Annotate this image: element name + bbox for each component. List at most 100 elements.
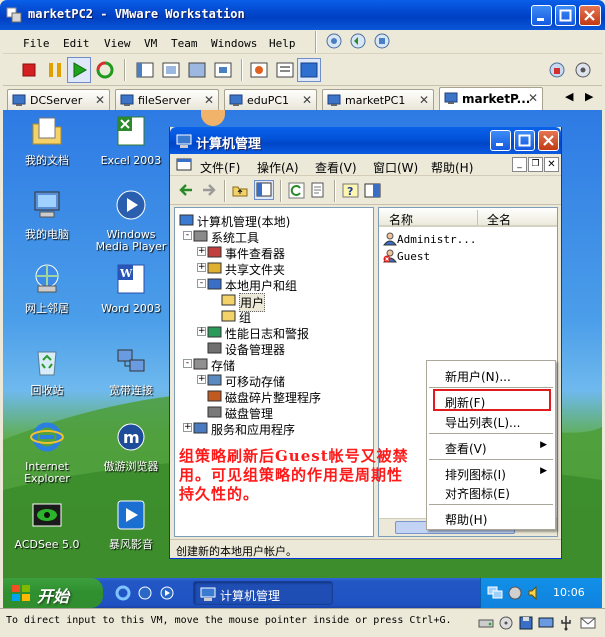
menu-item-view[interactable]: 查看(V) ▶ xyxy=(427,437,555,457)
desktop-icon-broadband[interactable]: 宽带连接 xyxy=(91,344,171,397)
tree-node[interactable]: 设备管理器 xyxy=(175,340,373,357)
tab-marketpc2[interactable]: marketP... ✕ xyxy=(439,87,543,110)
vm-console-icon[interactable] xyxy=(275,60,295,80)
menu-edit[interactable]: Edit xyxy=(63,37,90,50)
help-icon[interactable]: ? xyxy=(342,182,359,199)
desktop-icon-maxthon[interactable]: m 傲游浏览器 xyxy=(91,420,171,473)
desktop-icon-recycle-bin[interactable]: 回收站 xyxy=(7,344,87,397)
network-tray-icon[interactable] xyxy=(487,586,503,600)
tab-edupc1[interactable]: eduPC1 ✕ xyxy=(224,89,317,110)
quick-launch-ie-icon[interactable] xyxy=(115,585,131,601)
snapshot-icon[interactable] xyxy=(325,32,343,50)
vmware-tools-tray-icon[interactable] xyxy=(507,585,523,601)
menu-item-arrange-icons[interactable]: 排列图标(I) ▶ xyxy=(427,463,555,483)
desktop-icon-media-player[interactable]: Windows Media Player xyxy=(91,188,171,253)
tab-close-icon[interactable]: ✕ xyxy=(528,91,538,105)
expand-icon[interactable]: + xyxy=(197,263,206,272)
suspend-icon[interactable] xyxy=(45,60,65,80)
vmware-title-bar[interactable]: marketPC2 - VMware Workstation xyxy=(0,0,605,30)
tree-node[interactable]: + 服务和应用程序 xyxy=(175,420,373,437)
collapse-icon[interactable]: - xyxy=(197,279,206,288)
maximize-button[interactable] xyxy=(555,5,576,26)
desktop-icon-network-places[interactable]: 网上邻居 xyxy=(7,262,87,315)
close-button[interactable] xyxy=(579,5,601,26)
show-hide-tree-button[interactable] xyxy=(254,180,274,200)
cm-menu-window[interactable]: 窗口(W) xyxy=(373,159,418,176)
desktop-icon-excel[interactable]: Excel 2003 xyxy=(91,114,171,167)
back-icon[interactable] xyxy=(178,182,195,199)
cm-minimize-button[interactable] xyxy=(490,130,511,151)
cm-menu-action[interactable]: 操作(A) xyxy=(257,159,299,176)
power-off-icon[interactable] xyxy=(19,60,39,80)
desktop-icon-acdsee[interactable]: ACDSee 5.0 xyxy=(7,498,87,551)
expand-icon[interactable]: + xyxy=(197,327,206,336)
tree-node[interactable]: + 可移动存储 xyxy=(175,372,373,389)
menu-file[interactable]: File xyxy=(23,37,50,50)
power-on-button[interactable] xyxy=(67,57,91,83)
column-header-fullname[interactable]: 全名 xyxy=(487,211,511,228)
security-icon[interactable] xyxy=(547,60,567,80)
quick-switch-icon[interactable] xyxy=(161,60,181,80)
mdi-restore-icon[interactable]: ❐ xyxy=(528,157,543,172)
menu-item-export-list[interactable]: 导出列表(L)... xyxy=(427,411,555,431)
column-header-name[interactable]: 名称 xyxy=(389,211,413,228)
tab-dcserver[interactable]: DCServer ✕ xyxy=(7,89,110,110)
tree-node[interactable]: - 本地用户和组 xyxy=(175,276,373,293)
unity-icon[interactable] xyxy=(213,60,233,80)
cm-menu-view[interactable]: 查看(V) xyxy=(315,159,357,176)
tab-close-icon[interactable]: ✕ xyxy=(419,93,429,107)
column-divider[interactable] xyxy=(477,210,478,225)
tree-node[interactable]: 磁盘管理 xyxy=(175,404,373,421)
up-folder-icon[interactable] xyxy=(232,182,249,199)
tab-close-icon[interactable]: ✕ xyxy=(302,93,312,107)
list-item[interactable]: Guest xyxy=(382,249,430,263)
cdrom-status-icon[interactable] xyxy=(498,615,514,631)
cm-close-button[interactable] xyxy=(538,130,559,151)
reset-icon[interactable] xyxy=(95,60,115,80)
message-status-icon[interactable] xyxy=(580,615,596,631)
menu-vm[interactable]: VM xyxy=(144,37,157,50)
tree-node[interactable]: - 系统工具 xyxy=(175,228,373,245)
mdi-minimize-icon[interactable]: _ xyxy=(512,157,527,172)
tab-scroll-left-icon[interactable]: ◀ xyxy=(565,90,573,103)
start-button[interactable]: 开始 xyxy=(3,578,103,608)
console-view-button[interactable] xyxy=(297,58,321,82)
tab-scroll-right-icon[interactable]: ▶ xyxy=(585,90,593,103)
tab-close-icon[interactable]: ✕ xyxy=(95,93,105,107)
menu-item-line-up-icons[interactable]: 对齐图标(E) xyxy=(427,482,555,502)
floppy-status-icon[interactable] xyxy=(518,615,534,631)
cm-maximize-button[interactable] xyxy=(514,130,535,151)
tree-node[interactable]: + 事件查看器 xyxy=(175,244,373,261)
collapse-icon[interactable]: - xyxy=(183,231,192,240)
expand-icon[interactable]: + xyxy=(183,423,192,432)
tree-node[interactable]: 计算机管理(本地) xyxy=(175,212,373,229)
refresh-icon[interactable] xyxy=(288,182,305,199)
collapse-icon[interactable]: - xyxy=(183,359,192,368)
desktop-icon-baofeng[interactable]: 暴风影音 xyxy=(91,498,171,551)
menu-team[interactable]: Team xyxy=(171,37,198,50)
tree-node[interactable]: 磁盘碎片整理程序 xyxy=(175,388,373,405)
cm-menu-help[interactable]: 帮助(H) xyxy=(431,159,473,176)
tree-node[interactable]: + 共享文件夹 xyxy=(175,260,373,277)
volume-tray-icon[interactable] xyxy=(527,585,543,601)
quick-launch-media-icon[interactable] xyxy=(159,585,175,601)
minimize-button[interactable] xyxy=(531,5,552,26)
mdi-close-icon[interactable]: ✕ xyxy=(544,157,559,172)
snapshot-manager-icon[interactable] xyxy=(373,32,391,50)
menu-item-new-user[interactable]: 新用户(N)... xyxy=(427,365,555,385)
tab-marketpc1[interactable]: marketPC1 ✕ xyxy=(322,89,434,110)
hard-disk-status-icon[interactable] xyxy=(478,615,494,631)
desktop-icon-word[interactable]: W Word 2003 xyxy=(91,262,171,315)
tree-node[interactable]: - 存储 xyxy=(175,356,373,373)
expand-icon[interactable]: + xyxy=(197,247,206,256)
tree-node[interactable]: 用户 xyxy=(175,292,373,312)
menu-view[interactable]: View xyxy=(104,37,131,50)
list-item[interactable]: Administr... xyxy=(382,232,476,246)
clock[interactable]: 10:06 xyxy=(553,586,585,599)
vm-summary-icon[interactable] xyxy=(249,60,269,80)
action-pane-icon[interactable] xyxy=(364,182,381,199)
preferences-icon[interactable] xyxy=(573,60,593,80)
cm-menu-file[interactable]: 文件(F) xyxy=(200,159,240,176)
cm-title-bar[interactable]: 计算机管理 xyxy=(170,127,561,154)
tree-node[interactable]: 组 xyxy=(175,308,373,325)
